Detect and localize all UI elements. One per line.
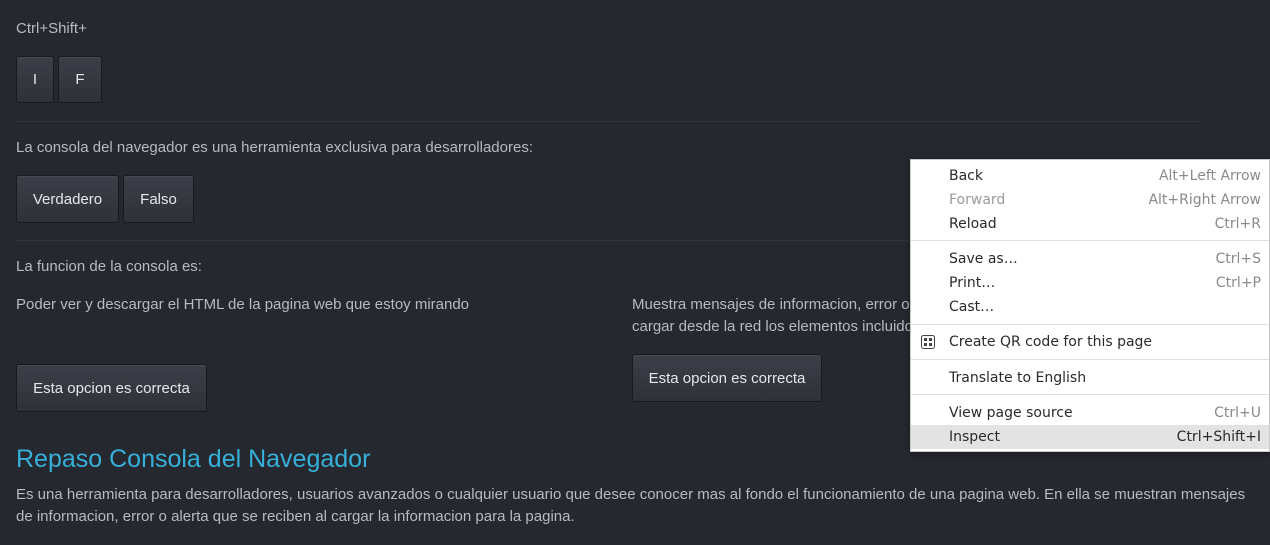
summary-paragraph-line2: de informacion, error o alerta que se re…: [16, 508, 575, 525]
key-f-button[interactable]: F: [58, 56, 102, 103]
menu-separator: [911, 394, 1269, 395]
menu-item-label: View page source: [949, 405, 1073, 421]
menu-item-create-qr[interactable]: Create QR code for this page: [911, 330, 1269, 354]
menu-item-label: Reload: [949, 216, 997, 232]
menu-separator: [911, 240, 1269, 241]
option-b-text-line1: Muestra mensajes de informacion, error o: [632, 296, 910, 313]
menu-item-shortcut: Alt+Left Arrow: [1158, 168, 1261, 184]
menu-item-back[interactable]: Back Alt+Left Arrow: [911, 164, 1269, 188]
question-2-text: La funcion de la consola es:: [16, 258, 202, 275]
menu-item-label: Translate to English: [949, 370, 1087, 386]
menu-item-label: Save as…: [949, 251, 1018, 267]
menu-item-save-as[interactable]: Save as… Ctrl+S: [911, 247, 1269, 271]
menu-item-label: Create QR code for this page: [949, 334, 1153, 350]
option-a-text: Poder ver y descargar el HTML de la pagi…: [16, 296, 470, 313]
option-b-correct-button[interactable]: Esta opcion es correcta: [632, 354, 822, 402]
menu-item-shortcut: Ctrl+Shift+I: [1176, 429, 1261, 445]
summary-paragraph-line1: Es una herramienta para desarrolladores,…: [16, 486, 1246, 503]
menu-item-label: Forward: [949, 192, 1006, 208]
context-menu: Back Alt+Left Arrow Forward Alt+Right Ar…: [910, 159, 1270, 452]
divider: [16, 121, 1200, 122]
qr-code-icon: [921, 335, 935, 349]
divider: [16, 240, 910, 241]
menu-item-translate[interactable]: Translate to English: [911, 366, 1269, 390]
menu-item-shortcut: Ctrl+S: [1215, 251, 1261, 267]
menu-separator: [911, 324, 1269, 325]
key-i-button[interactable]: I: [16, 56, 54, 103]
menu-item-label: Print…: [949, 275, 996, 291]
summary-title: Repaso Consola del Navegador: [16, 445, 371, 473]
menu-item-shortcut: Alt+Right Arrow: [1148, 192, 1261, 208]
menu-item-reload[interactable]: Reload Ctrl+R: [911, 212, 1269, 236]
false-button[interactable]: Falso: [123, 175, 194, 223]
menu-separator: [911, 359, 1269, 360]
menu-item-view-source[interactable]: View page source Ctrl+U: [911, 401, 1269, 425]
menu-item-label: Cast…: [949, 299, 995, 315]
menu-item-inspect[interactable]: Inspect Ctrl+Shift+I: [911, 425, 1269, 449]
question-1-text: La consola del navegador es una herramie…: [16, 139, 533, 156]
menu-item-shortcut: Ctrl+U: [1214, 405, 1261, 421]
shortcut-label: Ctrl+Shift+: [16, 20, 87, 37]
menu-item-shortcut: Ctrl+P: [1215, 275, 1261, 291]
menu-item-shortcut: Ctrl+R: [1214, 216, 1261, 232]
menu-item-cast[interactable]: Cast…: [911, 295, 1269, 319]
option-b-text-line2: cargar desde la red los elementos inclui…: [632, 318, 910, 335]
menu-item-label: Inspect: [949, 429, 1000, 445]
menu-item-print[interactable]: Print… Ctrl+P: [911, 271, 1269, 295]
menu-item-forward: Forward Alt+Right Arrow: [911, 188, 1269, 212]
menu-item-label: Back: [949, 168, 983, 184]
option-a-correct-button[interactable]: Esta opcion es correcta: [16, 364, 207, 412]
true-button[interactable]: Verdadero: [16, 175, 119, 223]
